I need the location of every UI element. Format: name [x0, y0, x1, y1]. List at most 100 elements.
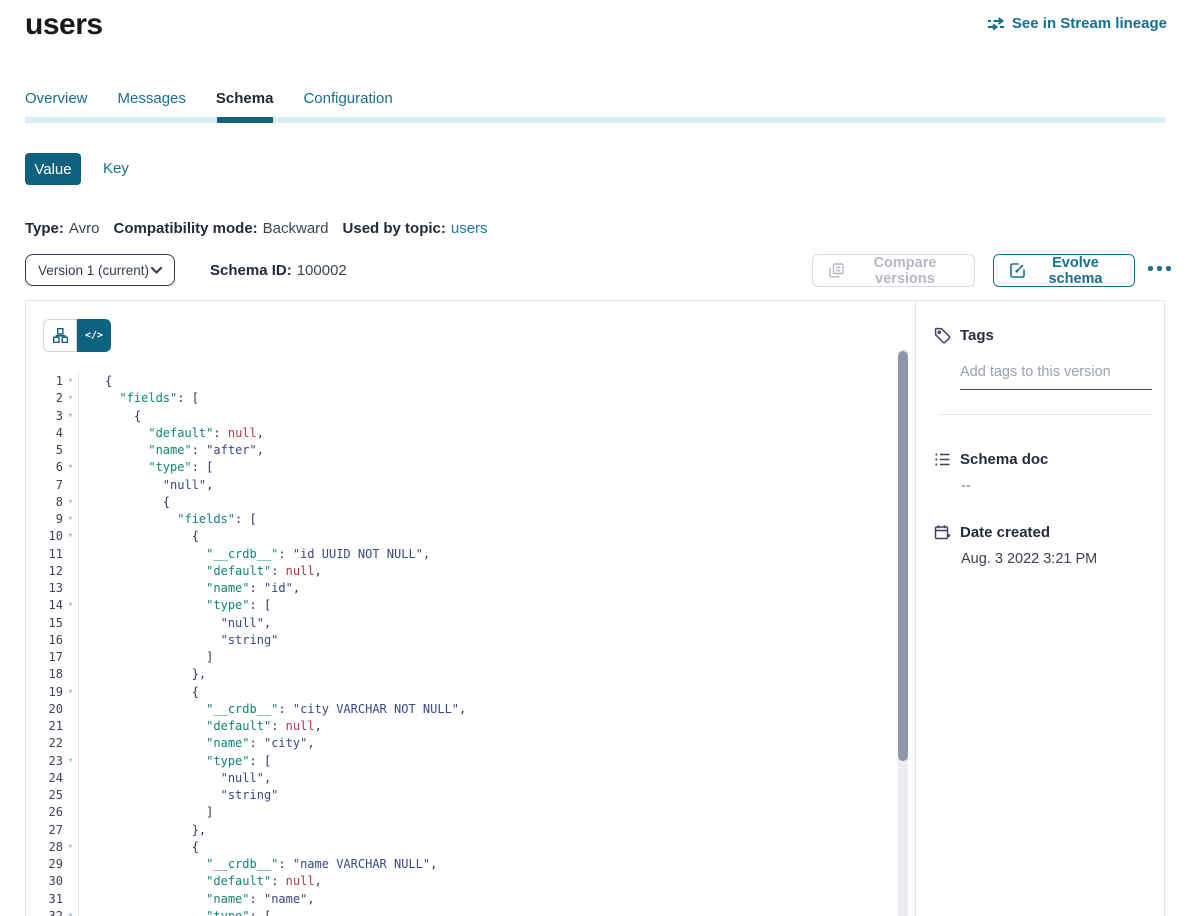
- code-line: 18 },: [26, 666, 893, 683]
- code-text: "fields": [: [79, 511, 257, 528]
- compat-value: Backward: [263, 220, 329, 237]
- code-text: {: [79, 494, 170, 511]
- fold-arrow-icon[interactable]: ▾: [63, 494, 78, 511]
- line-number: 8: [26, 494, 63, 511]
- fold-arrow-icon[interactable]: ▾: [63, 390, 78, 407]
- code-line: 2▾ "fields": [: [26, 390, 893, 407]
- code-line: 14▾ "type": [: [26, 597, 893, 614]
- key-toggle-button[interactable]: Key: [103, 160, 129, 177]
- compare-versions-button[interactable]: Compare versions: [812, 254, 975, 287]
- stream-lineage-icon: [987, 17, 1005, 31]
- code-line: 7 "null",: [26, 477, 893, 494]
- fold-arrow-icon[interactable]: ▾: [63, 511, 78, 528]
- compat-label: Compatibility mode:: [113, 220, 257, 237]
- editor-scrollbar-thumb[interactable]: [898, 351, 908, 761]
- code-line: 24 "null",: [26, 770, 893, 787]
- fold-arrow-icon[interactable]: ▾: [63, 753, 78, 770]
- fold-arrow-icon: [63, 563, 78, 580]
- schema-id: Schema ID: 100002: [210, 262, 347, 279]
- code-line: 21 "default": null,: [26, 718, 893, 735]
- fold-arrow-icon[interactable]: ▾: [63, 839, 78, 856]
- fold-arrow-icon[interactable]: ▾: [63, 908, 78, 916]
- schema-code-editor[interactable]: 1▾{2▾ "fields": [3▾ {4 "default": null,5…: [26, 373, 893, 916]
- code-line: 28▾ {: [26, 839, 893, 856]
- fold-arrow-icon[interactable]: ▾: [63, 408, 78, 425]
- fold-arrow-icon[interactable]: ▾: [63, 597, 78, 614]
- code-line: 19▾ {: [26, 684, 893, 701]
- code-line: 4 "default": null,: [26, 425, 893, 442]
- fold-arrow-icon: [63, 822, 78, 839]
- fold-arrow-icon: [63, 701, 78, 718]
- code-text: {: [79, 684, 199, 701]
- code-line: 9▾ "fields": [: [26, 511, 893, 528]
- fold-arrow-icon: [63, 632, 78, 649]
- fold-arrow-icon: [63, 615, 78, 632]
- tab-messages[interactable]: Messages: [118, 90, 186, 107]
- code-text: {: [79, 839, 199, 856]
- code-view-button[interactable]: </>: [77, 319, 111, 352]
- tags-heading-row: Tags: [934, 327, 1164, 344]
- fold-arrow-icon: [63, 718, 78, 735]
- topic-link[interactable]: users: [451, 220, 488, 237]
- line-number: 7: [26, 477, 63, 494]
- fold-arrow-icon: [63, 873, 78, 890]
- line-number: 16: [26, 632, 63, 649]
- fold-arrow-icon[interactable]: ▾: [63, 373, 78, 390]
- fold-arrow-icon[interactable]: ▾: [63, 528, 78, 545]
- code-line: 20 "__crdb__": "city VARCHAR NOT NULL",: [26, 701, 893, 718]
- schema-details-sidebar: Tags Schema doc --: [915, 301, 1164, 916]
- line-number: 12: [26, 563, 63, 580]
- line-number: 32: [26, 908, 63, 916]
- evolve-schema-button[interactable]: Evolve schema: [993, 254, 1135, 287]
- add-tags-input[interactable]: [960, 364, 1152, 390]
- fold-arrow-icon: [63, 891, 78, 908]
- code-text: "null",: [79, 477, 213, 494]
- code-line: 30 "default": null,: [26, 873, 893, 890]
- code-line: 29 "__crdb__": "name VARCHAR NULL",: [26, 856, 893, 873]
- code-line: 23▾ "type": [: [26, 753, 893, 770]
- date-created-heading-row: Date created: [934, 524, 1164, 541]
- tree-view-button[interactable]: [43, 319, 77, 352]
- code-line: 17 ]: [26, 649, 893, 666]
- type-value: Avro: [69, 220, 100, 237]
- tab-configuration[interactable]: Configuration: [303, 90, 392, 107]
- fold-arrow-icon: [63, 787, 78, 804]
- code-text: "default": null,: [79, 718, 322, 735]
- chevron-down-icon: [151, 267, 162, 274]
- calendar-icon: [934, 524, 951, 541]
- code-text: "name": "id",: [79, 580, 300, 597]
- list-icon: [934, 451, 951, 468]
- fold-arrow-icon: [63, 649, 78, 666]
- see-in-stream-lineage-link[interactable]: See in Stream lineage: [987, 15, 1167, 32]
- line-number: 1: [26, 373, 63, 390]
- code-line: 32▾ "type": [: [26, 908, 893, 916]
- date-created-value: Aug. 3 2022 3:21 PM: [961, 551, 1164, 567]
- value-toggle-button[interactable]: Value: [25, 153, 81, 185]
- fold-arrow-icon[interactable]: ▾: [63, 684, 78, 701]
- code-line: 10▾ {: [26, 528, 893, 545]
- code-line: 16 "string": [26, 632, 893, 649]
- fold-arrow-icon: [63, 425, 78, 442]
- more-options-button[interactable]: [1148, 266, 1171, 271]
- fold-arrow-icon[interactable]: ▾: [63, 459, 78, 476]
- code-text: {: [79, 408, 141, 425]
- line-number: 5: [26, 442, 63, 459]
- line-number: 30: [26, 873, 63, 890]
- topic-label: Used by topic:: [343, 220, 446, 237]
- code-text: "type": [: [79, 459, 213, 476]
- code-text: "default": null,: [79, 425, 264, 442]
- line-number: 17: [26, 649, 63, 666]
- code-text: {: [79, 528, 199, 545]
- editor-scrollbar-track[interactable]: [898, 349, 908, 916]
- fold-arrow-icon: [63, 735, 78, 752]
- tab-schema[interactable]: Schema: [216, 90, 274, 107]
- fold-arrow-icon: [63, 804, 78, 821]
- schema-view-toggle: </>: [43, 319, 111, 352]
- code-line: 11 "__crdb__": "id UUID NOT NULL",: [26, 546, 893, 563]
- tab-overview[interactable]: Overview: [25, 90, 88, 107]
- code-line: 26 ]: [26, 804, 893, 821]
- code-text: "name": "after",: [79, 442, 264, 459]
- line-number: 6: [26, 459, 63, 476]
- version-select[interactable]: Version 1 (current): [25, 254, 175, 286]
- line-number: 19: [26, 684, 63, 701]
